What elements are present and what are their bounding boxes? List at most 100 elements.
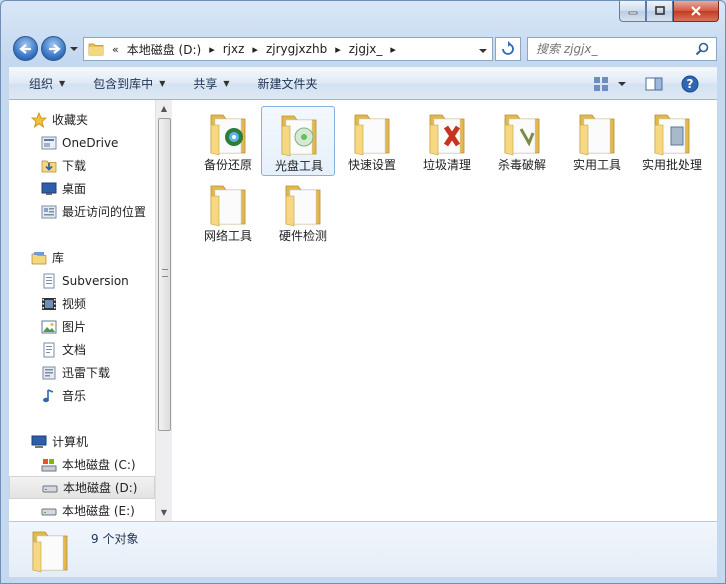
downloads-folder-icon [41,158,57,174]
folder-item[interactable]: 备份还原 [191,106,265,176]
favorites-label: 收藏夹 [52,113,89,127]
change-view-button[interactable] [593,76,627,92]
folder-item[interactable]: 实用批处理 [635,106,709,176]
sidebar-item-recent-places[interactable]: 最近访问的位置 [9,200,155,223]
favorites-header[interactable]: 收藏夹 [9,108,155,131]
help-button[interactable]: ? [681,75,699,93]
folder-icon [210,185,246,227]
libraries-group: 库 Subversion 视频 图片 文档 迅雷下载 音乐 [9,246,155,407]
organize-menu-button[interactable]: 组织 ▼ [29,72,65,96]
scrollbar-thumb[interactable] [158,118,171,431]
folder-item[interactable]: 杀毒破解 [485,106,559,176]
sidebar-item-label: 音乐 [62,389,87,403]
breadcrumb-separator[interactable]: ▸ [390,43,396,56]
favorites-group: 收藏夹 OneDrive 下载 桌面 最近访问的位置 [9,108,155,223]
sidebar-item-pictures[interactable]: 图片 [9,315,155,338]
folder-item[interactable]: 实用工具 [560,106,634,176]
back-button[interactable] [13,36,38,61]
search-icon[interactable] [695,42,709,56]
computer-label: 计算机 [52,435,89,449]
sidebar-item-label: 视频 [62,297,87,311]
libraries-header[interactable]: 库 [9,246,155,269]
minimize-icon [628,11,637,15]
maximize-icon [654,6,665,15]
sidebar-item-documents[interactable]: 文档 [9,338,155,361]
breadcrumb-drive-d[interactable]: 本地磁盘 (D:) [127,41,201,58]
folder-icon [354,114,390,156]
sidebar-item-onedrive[interactable]: OneDrive [9,131,155,154]
close-icon [691,6,701,16]
navigation-scrollbar[interactable]: ▲ ▼ [155,100,172,521]
folder-item[interactable]: 光盘工具 [261,106,335,176]
folder-icon [210,114,246,156]
hard-drive-icon [42,480,58,496]
file-name: 杀毒破解 [497,158,546,172]
sidebar-item-drive-d[interactable]: 本地磁盘 (D:) [9,476,155,499]
new-folder-button[interactable]: 新建文件夹 [258,72,318,96]
include-in-library-button[interactable]: 包含到库中 ▼ [93,72,165,96]
computer-header[interactable]: 计算机 [9,430,155,453]
folder-item[interactable]: 垃圾清理 [410,106,484,176]
address-bar[interactable]: « 本地磁盘 (D:) ▸ rjxz ▸ zjrygjxzhb ▸ zjgjx_… [83,37,493,61]
sidebar-item-label: 文档 [62,343,87,357]
content-area: 收藏夹 OneDrive 下载 桌面 最近访问的位置 库 Subversion … [9,100,717,521]
view-controls: ? [593,72,717,96]
chevron-down-icon: ▼ [223,79,230,88]
folder-item[interactable]: 硬件检测 [266,177,340,247]
preview-pane-icon [645,77,663,91]
preview-pane-button[interactable] [645,76,663,92]
folder-icon [32,531,68,573]
file-name: 实用批处理 [641,158,702,172]
sidebar-item-xunlei-downloads[interactable]: 迅雷下载 [9,361,155,384]
close-button[interactable] [673,1,719,22]
sidebar-item-videos[interactable]: 视频 [9,292,155,315]
breadcrumb-separator[interactable]: ▸ [209,43,215,56]
sidebar-item-label: 本地磁盘 (E:) [62,504,135,518]
file-name: 实用工具 [572,158,621,172]
chevron-down-icon[interactable] [617,80,627,88]
share-button[interactable]: 共享 ▼ [193,72,229,96]
chevron-down-icon: ▼ [159,79,166,88]
file-name: 垃圾清理 [422,158,471,172]
refresh-icon [502,41,514,55]
search-input[interactable] [536,42,696,56]
sidebar-item-subversion[interactable]: Subversion [9,269,155,292]
organize-label: 组织 [29,77,54,91]
folder-icon [281,115,317,157]
minimize-button[interactable] [619,1,646,22]
document-library-icon [41,342,57,358]
recent-pages-dropdown[interactable] [69,42,79,56]
breadcrumb-separator[interactable]: ▸ [252,43,258,56]
forward-button[interactable] [41,36,66,61]
breadcrumb-zjrygjxzhb[interactable]: zjrygjxzhb [266,42,327,56]
maximize-button[interactable] [646,1,673,22]
breadcrumb-rjxz[interactable]: rjxz [223,42,245,56]
sidebar-item-drive-e[interactable]: 本地磁盘 (E:) [9,499,155,521]
scroll-up-button[interactable]: ▲ [156,100,172,117]
sidebar-item-label: 桌面 [62,182,87,196]
breadcrumb-separator[interactable]: ▸ [335,43,341,56]
svg-text:?: ? [687,77,694,91]
breadcrumb-zjgjx[interactable]: zjgjx_ [349,42,383,56]
folder-icon [429,114,465,156]
sidebar-item-downloads[interactable]: 下载 [9,154,155,177]
address-history-dropdown-icon[interactable] [478,47,488,55]
details-pane: 9 个对象 [9,521,717,577]
picture-library-icon [41,319,57,335]
music-note-icon [41,388,57,404]
folder-item[interactable]: 快速设置 [335,106,409,176]
scroll-down-button[interactable]: ▼ [156,504,172,521]
file-name: 快速设置 [347,158,396,172]
share-label: 共享 [193,77,218,91]
breadcrumb-overflow[interactable]: « [112,43,119,56]
sidebar-item-label: OneDrive [62,135,119,150]
folder-item[interactable]: 网络工具 [191,177,265,247]
refresh-button[interactable] [495,37,521,61]
search-box[interactable] [527,37,717,61]
sidebar-item-music[interactable]: 音乐 [9,384,155,407]
sidebar-item-drive-c[interactable]: 本地磁盘 (C:) [9,453,155,476]
sidebar-item-label: 本地磁盘 (C:) [62,458,136,472]
sidebar-item-desktop[interactable]: 桌面 [9,177,155,200]
file-name: 光盘工具 [274,159,323,173]
include-in-library-label: 包含到库中 [93,77,154,91]
